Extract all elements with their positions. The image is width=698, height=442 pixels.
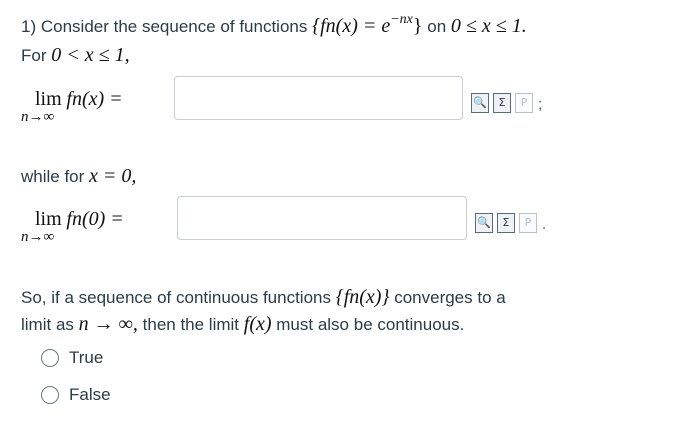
statement-text-4: then the limit bbox=[142, 315, 240, 334]
preview-icon[interactable]: 🔍 bbox=[471, 93, 489, 113]
for-range: 0 < x ≤ 1, bbox=[51, 44, 130, 66]
option-true[interactable]: True bbox=[41, 348, 103, 368]
sequence-expression: {fn(x) = e bbox=[312, 15, 391, 37]
statement-line-2: limit as n → ∞, then the limit f(x) must… bbox=[21, 313, 464, 336]
lim-label: lim bbox=[35, 88, 62, 110]
option-label-true: True bbox=[69, 348, 104, 367]
paste-icon[interactable]: P bbox=[515, 93, 533, 113]
while-text: while for bbox=[21, 167, 85, 186]
punctuation-1: ; bbox=[538, 96, 543, 113]
on-text: on bbox=[427, 17, 447, 36]
option-label-false: False bbox=[69, 385, 111, 404]
question-intro: Consider the sequence of functions bbox=[40, 17, 308, 36]
interval-expression: 0 ≤ x ≤ 1. bbox=[450, 15, 527, 37]
statement-line-1: So, if a sequence of continuous function… bbox=[21, 286, 506, 309]
limit-subscript: n→∞ bbox=[21, 109, 55, 125]
statement-limit: n → ∞, bbox=[78, 313, 138, 335]
option-false[interactable]: False bbox=[41, 385, 111, 405]
limit-subscript-2: n→∞ bbox=[21, 229, 55, 245]
sum-icon[interactable]: Σ bbox=[493, 93, 511, 113]
statement-sequence: {fn(x)} bbox=[335, 286, 390, 308]
answer-input-1[interactable] bbox=[174, 76, 463, 120]
statement-text-3: limit as bbox=[21, 315, 74, 334]
preview-icon[interactable]: 🔍 bbox=[475, 213, 493, 233]
toolbar-2: 🔍 Σ P . bbox=[475, 213, 546, 233]
sum-icon[interactable]: Σ bbox=[497, 213, 515, 233]
question-number: 1) bbox=[21, 17, 37, 36]
punctuation-2: . bbox=[542, 216, 547, 233]
sequence-exponent: −nx bbox=[390, 12, 413, 27]
limit-function-2: fn(0) = bbox=[66, 208, 124, 230]
radio-false[interactable] bbox=[41, 386, 59, 404]
lim-label-2: lim bbox=[35, 208, 62, 230]
radio-true[interactable] bbox=[41, 349, 59, 367]
statement-text-1: So, if a sequence of continuous function… bbox=[21, 288, 331, 307]
question-line-2: For 0 < x ≤ 1, bbox=[21, 44, 130, 67]
limit-function: fn(x) = bbox=[66, 88, 123, 110]
statement-text-5: must also be continuous. bbox=[276, 315, 465, 334]
for-text: For bbox=[21, 46, 47, 65]
while-condition: x = 0, bbox=[89, 165, 137, 187]
answer-input-2[interactable] bbox=[177, 196, 467, 240]
statement-function: f(x) bbox=[243, 313, 272, 335]
sequence-close: } bbox=[412, 15, 423, 37]
statement-text-2: converges to a bbox=[394, 288, 506, 307]
question-line-1: 1) Consider the sequence of functions {f… bbox=[21, 12, 527, 38]
while-line: while for x = 0, bbox=[21, 165, 136, 188]
paste-icon[interactable]: P bbox=[519, 213, 537, 233]
toolbar-1: 🔍 Σ P ; bbox=[471, 93, 542, 113]
